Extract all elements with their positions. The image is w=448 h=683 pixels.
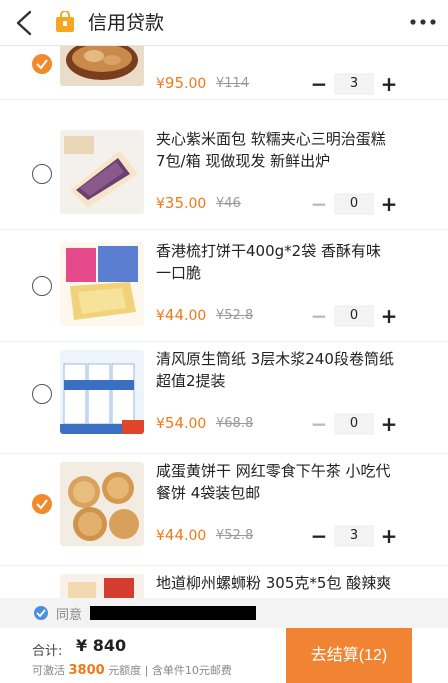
- original-price: ¥52.8: [216, 528, 254, 543]
- decrease-qty-button[interactable]: −: [310, 194, 328, 214]
- product-name[interactable]: 咸蛋黄饼干 网红零食下午茶 小吃代餐饼 4袋装包邮: [156, 460, 394, 504]
- product-price: ¥54.00: [156, 414, 207, 432]
- increase-qty-button[interactable]: +: [380, 194, 398, 214]
- shopping-bag-icon: [56, 11, 74, 32]
- product-price: ¥44.00: [156, 306, 207, 324]
- more-options-icon[interactable]: [408, 12, 438, 32]
- item-checkbox[interactable]: [32, 384, 52, 404]
- item-checkbox[interactable]: [32, 494, 52, 514]
- product-name[interactable]: 清风原生筒纸 3层木浆240段卷筒纸 超值2提装: [156, 348, 394, 392]
- item-checkbox[interactable]: [32, 164, 52, 184]
- quantity-value[interactable]: 3: [334, 525, 374, 547]
- cart-item: 香港梳打饼干400g*2袋 香酥有味 一口脆 ¥44.00 ¥52.8 − 0 …: [0, 230, 448, 342]
- original-price: ¥46: [216, 196, 241, 211]
- product-image[interactable]: [60, 350, 144, 434]
- cart-item: 咸蛋黄饼干 网红零食下午茶 小吃代餐饼 4袋装包邮 ¥44.00 ¥52.8 −…: [0, 454, 448, 566]
- product-name[interactable]: 地道柳州螺蛳粉 305克*5包 酸辣爽口: [156, 572, 394, 598]
- product-name[interactable]: 香港梳打饼干400g*2袋 香酥有味 一口脆: [156, 240, 394, 284]
- product-image[interactable]: [60, 242, 144, 326]
- increase-qty-button[interactable]: +: [380, 306, 398, 326]
- original-price: ¥68.8: [216, 416, 254, 431]
- decrease-qty-button[interactable]: −: [310, 306, 328, 326]
- agree-checkbox[interactable]: [34, 606, 48, 620]
- decrease-qty-button[interactable]: −: [310, 526, 328, 546]
- product-price: ¥95.00: [156, 74, 207, 92]
- agreement-bar: 同意: [0, 598, 448, 628]
- total-label: 合计:: [32, 644, 63, 659]
- cart-item: ¥95.00 ¥114 − 3 +: [0, 46, 448, 100]
- cart-item: 夹心紫米面包 软糯夹心三明治蛋糕 7包/箱 现做现发 新鲜出炉 ¥35.00 ¥…: [0, 118, 448, 230]
- credit-suffix: 元额度 | 含单件10元邮费: [108, 664, 232, 677]
- back-arrow-icon[interactable]: [10, 8, 38, 38]
- product-image[interactable]: [60, 574, 144, 598]
- decrease-qty-button[interactable]: −: [310, 74, 328, 94]
- credit-prefix: 可激活: [32, 664, 65, 677]
- page-title: 信用贷款: [88, 12, 165, 34]
- quantity-value[interactable]: 0: [334, 413, 374, 435]
- product-image[interactable]: [60, 462, 144, 546]
- product-image[interactable]: [60, 130, 144, 214]
- decrease-qty-button[interactable]: −: [310, 414, 328, 434]
- cart-item: 地道柳州螺蛳粉 305克*5包 酸辣爽口: [0, 566, 448, 598]
- quantity-value[interactable]: 0: [334, 193, 374, 215]
- credit-info: 可激活 3800 元额度 | 含单件10元邮费: [32, 662, 232, 678]
- original-price: ¥114: [216, 76, 250, 91]
- increase-qty-button[interactable]: +: [380, 526, 398, 546]
- product-price: ¥44.00: [156, 526, 207, 544]
- item-checkbox[interactable]: [32, 54, 52, 74]
- item-checkbox[interactable]: [32, 276, 52, 296]
- quantity-value[interactable]: 3: [334, 73, 374, 95]
- app-root: 信用贷款 ¥95.00 ¥114 − 3 + 夹心紫米面包 软糯夹心三明治蛋糕 …: [0, 0, 448, 683]
- increase-qty-button[interactable]: +: [380, 74, 398, 94]
- original-price: ¥52.8: [216, 308, 254, 323]
- increase-qty-button[interactable]: +: [380, 414, 398, 434]
- redacted-agreement-link: [90, 606, 256, 620]
- cart-list[interactable]: ¥95.00 ¥114 − 3 + 夹心紫米面包 软糯夹心三明治蛋糕 7包/箱 …: [0, 46, 448, 598]
- total-amount: ¥ 840: [76, 636, 127, 655]
- credit-amount: 3800: [68, 663, 105, 678]
- product-price: ¥35.00: [156, 194, 207, 212]
- product-name[interactable]: 夹心紫米面包 软糯夹心三明治蛋糕 7包/箱 现做现发 新鲜出炉: [156, 128, 394, 172]
- agree-label: 同意: [56, 608, 83, 623]
- checkout-button[interactable]: 去结算(12): [286, 628, 412, 683]
- checkout-footer: 合计: ¥ 840 可激活 3800 元额度 | 含单件10元邮费 去结算(12…: [0, 628, 448, 683]
- cart-item: 清风原生筒纸 3层木浆240段卷筒纸 超值2提装 ¥54.00 ¥68.8 − …: [0, 342, 448, 454]
- quantity-value[interactable]: 0: [334, 305, 374, 327]
- product-image[interactable]: [60, 46, 144, 86]
- top-bar: 信用贷款: [0, 0, 448, 46]
